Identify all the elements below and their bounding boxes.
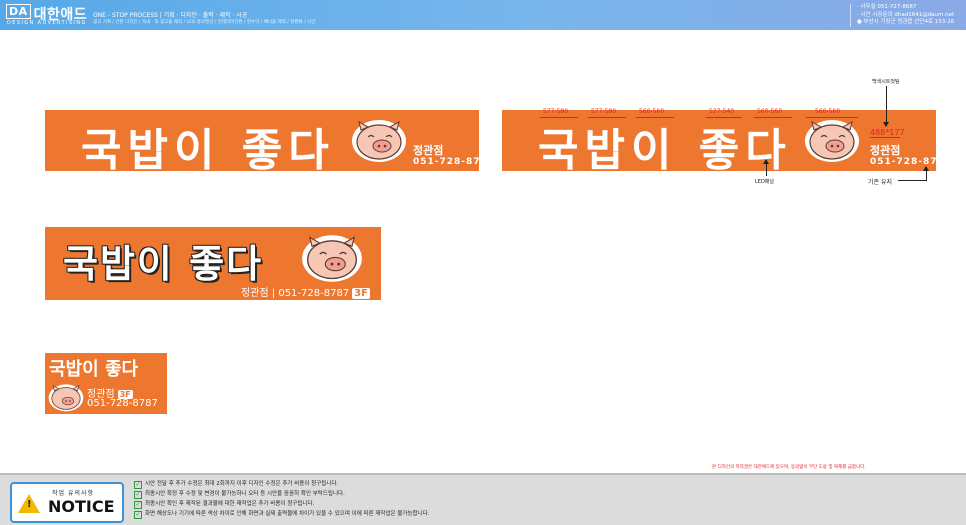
store-phone: 051-728-8787	[413, 157, 479, 167]
dimension-label: 560-560	[815, 108, 841, 115]
notice-item: ✓ 최종시안 확정 후 수정 및 변경이 불가능하니 오타 등 시안을 꼼꼼히 확…	[134, 489, 429, 499]
signboard-option-1: 국밥이 좋다 정관점 051-728-8787	[45, 110, 479, 171]
contact-info: · 사무실 051-727-8687 · 시안 시공문의 dhad1641@da…	[850, 4, 954, 27]
dimension-line	[870, 137, 900, 138]
check-icon: ✓	[134, 491, 142, 499]
arrow-up-icon	[763, 159, 769, 176]
check-icon: ✓	[134, 511, 142, 519]
notice-footer: ! 작업 유의사항 NOTICE ✓ 시안 전달 후 추가 수정은 최대 2회까지…	[0, 473, 966, 525]
notice-title: NOTICE	[48, 497, 115, 516]
signboard-option-4: 국밥이 좋다 정관점 3F 051-728-8787	[45, 353, 167, 414]
dimension-label: 577-580	[591, 108, 617, 115]
floor-badge: 3F	[352, 288, 370, 299]
store-info: 정관점 | 051-728-8787 3F	[241, 284, 370, 299]
warning-icon: !	[18, 494, 40, 513]
signboard-option-3: 국밥이 좋다 정관점 | 051-728-8787 3F	[45, 227, 381, 300]
pig-icon	[48, 384, 84, 412]
dimension-line	[588, 117, 626, 118]
notice-subtitle: 작업 유의사항	[52, 490, 95, 497]
sign-title: 국밥이 좋다	[63, 242, 264, 286]
signboard-option-2-dimensioned: 국밥이 좋다 정관점 051-728-8787	[502, 110, 936, 171]
notice-item: ✓ 최종시안 확인 후 제작된 결과물에 대한 재작업은 추가 비용이 청구됩니다…	[134, 499, 429, 509]
pig-icon	[302, 235, 362, 282]
header-bar: DA 대한애드 DESIGN ADVERTISING ONE - STOP PRO…	[0, 0, 966, 30]
dimension-line	[540, 117, 578, 118]
pig-icon	[352, 120, 406, 162]
notice-text: 시안 전달 후 추가 수정은 최대 2회까지 이후 디자인 수정은 추가 비용이…	[145, 481, 339, 487]
dimension-line	[706, 117, 742, 118]
notice-text: 화면 해상도나 기기에 따른 색상 차이로 인해 화면과 실제 출력물에 차이가…	[145, 511, 430, 517]
dimension-label: 577-580	[543, 108, 569, 115]
services-text: 광고 기획 / 간판 디자인 / 옥내 · 외 광고물 제작 / LED 홍보영…	[93, 20, 316, 25]
check-icon: ✓	[134, 481, 142, 489]
sign-title: 국밥이 좋다	[49, 359, 139, 380]
logo-subtitle: DESIGN ADVERTISING	[7, 20, 87, 26]
dimension-label: 527-540	[709, 108, 735, 115]
sign-title: 국밥이 좋다	[81, 125, 335, 171]
dimension-line	[636, 117, 674, 118]
sign-title: 국밥이 좋다	[538, 125, 792, 171]
arrow-down-icon	[883, 86, 889, 127]
logo-mark: DA	[6, 4, 31, 19]
dimension-line	[806, 117, 858, 118]
notice-terms: ✓ 시안 전달 후 추가 수정은 최대 2회까지 이후 디자인 수정은 추가 비용…	[134, 479, 429, 519]
store-branch: 정관점	[870, 144, 901, 157]
notice-text: 최종시안 확인 후 제작된 결과물에 대한 재작업은 추가 비용이 청구됩니다.	[145, 501, 315, 507]
copyright-note: 본 디자인의 저작권은 대한애드에 있으며, 동의없이 무단 도용 및 복제를 …	[712, 465, 866, 470]
check-icon: ✓	[134, 501, 142, 509]
notice-box: ! 작업 유의사항 NOTICE	[10, 482, 124, 523]
store-branch: 정관점	[413, 144, 444, 157]
office-address: ● 부산시 기장군 정관읍 산단4로 153-26	[857, 19, 955, 25]
notice-text: 최종시안 확정 후 수정 및 변경이 불가능하니 오타 등 시안을 꼼꼼히 확인…	[145, 491, 345, 497]
store-branch-phone: 정관점 | 051-728-8787	[241, 288, 350, 299]
annotation-keep-existing: 기존 유지	[868, 179, 892, 186]
office-phone: · 사무실 051-727-8687	[857, 4, 917, 10]
dimension-line	[754, 117, 792, 118]
contact-email[interactable]: · 시안 시공문의 dhad1641@daum.net	[857, 12, 954, 20]
pig-icon	[805, 120, 859, 162]
annotation-led-panel: LED패널	[755, 179, 774, 185]
arrow-up-icon	[923, 166, 929, 181]
notice-item: ✓ 화면 해상도나 기기에 따른 색상 차이로 인해 화면과 실제 출력물에 차이…	[134, 509, 429, 519]
annotation-leader-line	[898, 180, 926, 181]
annotation-vinyl-cut: 백색시트컷팅	[872, 79, 900, 85]
dimension-size-label: 488*177	[870, 128, 905, 137]
dimension-label: 560-560	[639, 108, 665, 115]
store-phone: 051-728-8787	[87, 398, 158, 409]
dimension-label: 560-560	[757, 108, 783, 115]
notice-item: ✓ 시안 전달 후 추가 수정은 최대 2회까지 이후 디자인 수정은 추가 비용…	[134, 479, 429, 489]
process-text: ONE - STOP PROCESS | 기획 · 디자인 · 출력 · 제작 …	[93, 12, 248, 19]
